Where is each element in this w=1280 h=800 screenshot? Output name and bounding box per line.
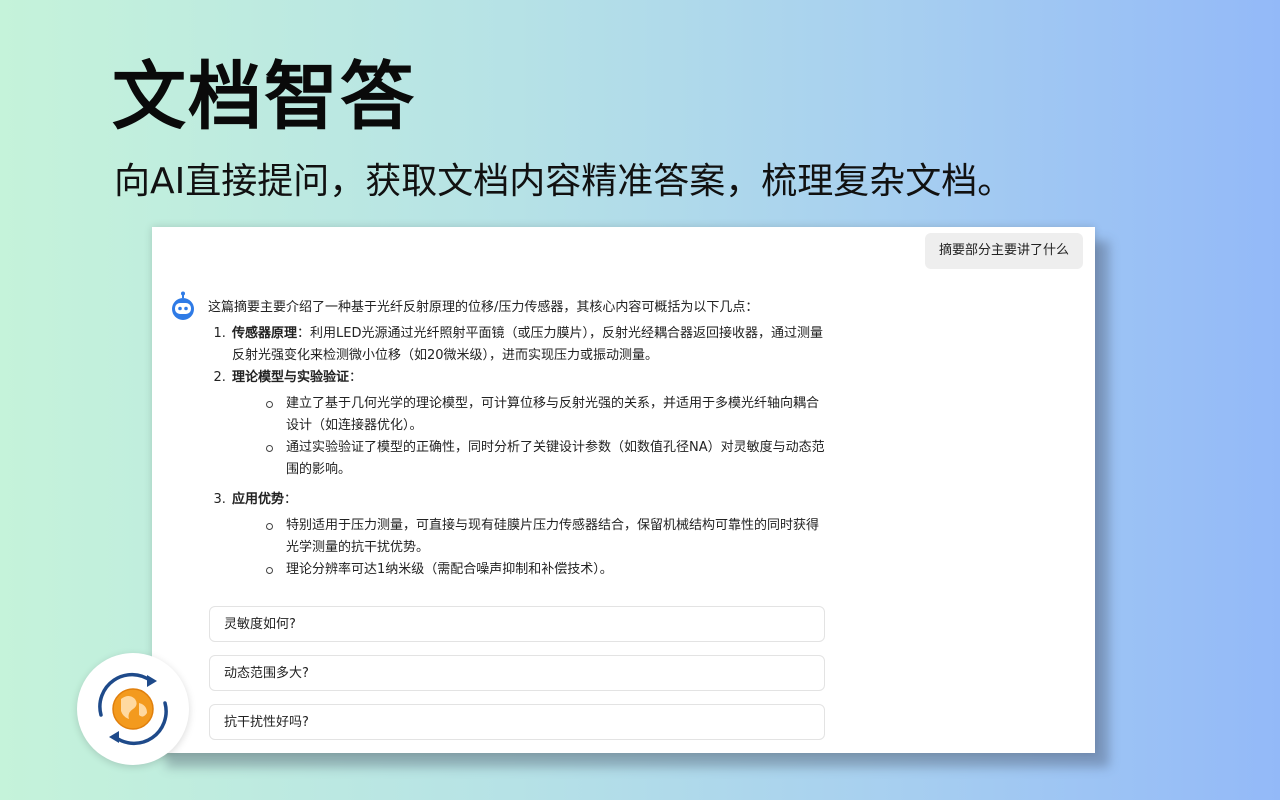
suggested-questions: 灵敏度如何? 动态范围多大? 抗干扰性好吗?: [209, 606, 825, 753]
answer-sublist: 建立了基于几何光学的理论模型，可计算位移与反射光强的关系，并适用于多模光纤轴向耦…: [232, 393, 828, 481]
answer-bullet: 特别适用于压力测量，可直接与现有硅膜片压力传感器结合，保留机械结构可靠性的同时获…: [266, 515, 828, 559]
hero-subtitle: 向AI直接提问，获取文档内容精准答案，梳理复杂文档。: [114, 161, 1014, 202]
answer-item-title: 传感器原理: [232, 326, 298, 341]
answer-item-text: ：: [284, 492, 298, 507]
suggested-question-button[interactable]: 灵敏度如何?: [209, 606, 825, 642]
answer-item-text: ：: [349, 370, 363, 385]
answer-item: 理论模型与实验验证： 建立了基于几何光学的理论模型，可计算位移与反射光强的关系，…: [230, 367, 828, 481]
user-message-bubble: 摘要部分主要讲了什么: [924, 233, 1083, 269]
answer-sublist: 特别适用于压力测量，可直接与现有硅膜片压力传感器结合，保留机械结构可靠性的同时获…: [232, 515, 828, 581]
assistant-answer: 这篇摘要主要介绍了一种基于光纤反射原理的位移/压力传感器，其核心内容可概括为以下…: [208, 297, 828, 589]
robot-icon: [170, 291, 196, 321]
answer-item: 应用优势： 特别适用于压力测量，可直接与现有硅膜片压力传感器结合，保留机械结构可…: [230, 489, 828, 581]
answer-intro: 这篇摘要主要介绍了一种基于光纤反射原理的位移/压力传感器，其核心内容可概括为以下…: [208, 300, 759, 315]
answer-item-title: 理论模型与实验验证: [232, 370, 350, 385]
chat-window: 摘要部分主要讲了什么 这篇摘要主要介绍了一种基于光纤反射原理的位移/压力传感器，…: [152, 227, 1095, 753]
answer-item: 传感器原理：利用LED光源通过光纤照射平面镜（或压力膜片），反射光经耦合器返回接…: [230, 323, 828, 367]
answer-bullet: 建立了基于几何光学的理论模型，可计算位移与反射光强的关系，并适用于多模光纤轴向耦…: [266, 393, 828, 437]
answer-bullet: 通过实验验证了模型的正确性，同时分析了关键设计参数（如数值孔径NA）对灵敏度与动…: [266, 437, 828, 481]
hero-title: 文档智答: [112, 54, 416, 140]
suggested-question-button[interactable]: 抗干扰性好吗?: [209, 704, 825, 740]
suggested-question-button[interactable]: 动态范围多大?: [209, 655, 825, 691]
globe-sync-logo-icon: [77, 653, 189, 765]
answer-item-title: 应用优势: [232, 492, 285, 507]
answer-bullet: 理论分辨率可达1纳米级（需配合噪声抑制和补偿技术）。: [266, 559, 828, 581]
answer-list: 传感器原理：利用LED光源通过光纤照射平面镜（或压力膜片），反射光经耦合器返回接…: [208, 323, 828, 581]
answer-item-text: ：利用LED光源通过光纤照射平面镜（或压力膜片），反射光经耦合器返回接收器，通过…: [232, 326, 823, 363]
